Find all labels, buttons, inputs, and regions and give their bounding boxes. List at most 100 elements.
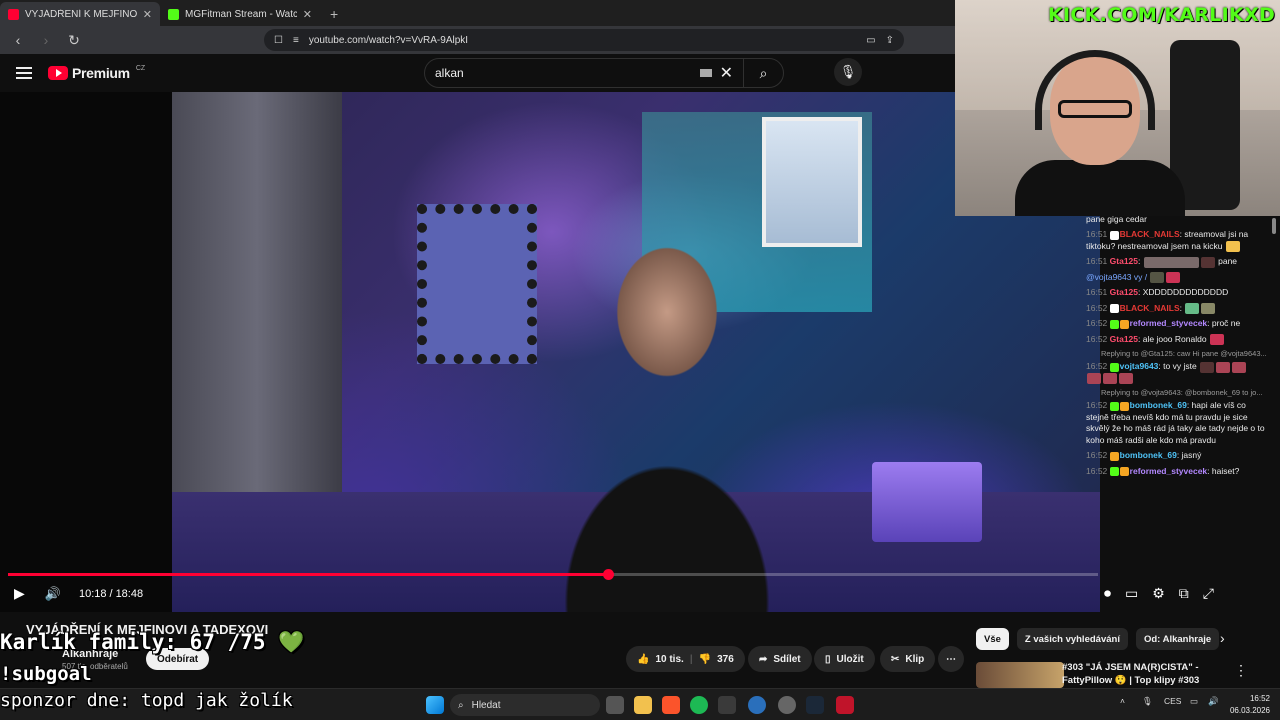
app-icon[interactable] xyxy=(748,696,766,714)
chip-all[interactable]: Vše xyxy=(976,628,1009,650)
chat-reply-context: Replying to @Gta125: caw Hi pane @vojta9… xyxy=(1101,349,1267,359)
system-clock[interactable]: 16:52 06.03.2026 xyxy=(1226,693,1270,716)
share-button[interactable]: ➦ Sdílet xyxy=(748,646,812,672)
url-text: youtube.com/watch?v=VvRA-9AlpkI xyxy=(308,34,469,46)
recommended-more-icon[interactable]: ⋮ xyxy=(1234,662,1248,679)
like-button[interactable]: 👍 10 tis. | 👎 376 xyxy=(626,646,745,672)
app-icon[interactable] xyxy=(718,696,736,714)
search-box[interactable]: alkan ✕ ⌕ xyxy=(424,58,784,88)
youtube-play-icon xyxy=(48,66,68,80)
chat-message: 16:51 Gta125: pane xyxy=(1086,256,1238,268)
cast-icon[interactable]: ▭ xyxy=(866,35,875,46)
chip-from-channel[interactable]: Od: Alkanhraje xyxy=(1135,628,1220,650)
share-arrow-icon: ➦ xyxy=(759,653,768,665)
subgoal-overlay: !subgoal xyxy=(0,663,92,685)
progress-fill xyxy=(8,573,608,576)
bookmark-icon: ▯ xyxy=(825,653,831,665)
like-count: 10 tis. xyxy=(655,653,684,665)
chip-from-searches[interactable]: Z vašich vyhledávání xyxy=(1016,628,1128,650)
chat-reply-context: Replying to @vojta9643: @bombonek_69 to … xyxy=(1101,388,1263,398)
player-controls-right: ⏺ ▭ ⚙ ⧉ ⤢ xyxy=(1104,585,1214,602)
kick-url-overlay: KICK.COM/KARLIKXD xyxy=(1048,4,1276,26)
chat-scrollbar[interactable] xyxy=(1272,218,1276,234)
chips-next-icon[interactable]: › xyxy=(1220,630,1225,646)
taskbar-search[interactable]: ⌕ Hledat xyxy=(450,694,600,716)
chat-panel: pane giga cedar 16:51 BLACK_NAILS: strea… xyxy=(1083,216,1280,536)
site-info-icon[interactable]: ≡ xyxy=(293,35,299,46)
tab-title: MGFitman Stream - Watch Live on K xyxy=(185,8,297,20)
bookmark-icon[interactable]: ☐ xyxy=(274,35,283,46)
language-indicator[interactable]: CES xyxy=(1164,696,1181,706)
reload-icon[interactable]: ↻ xyxy=(66,32,82,49)
steam-icon[interactable] xyxy=(806,696,824,714)
clear-search-icon[interactable]: ✕ xyxy=(720,63,733,83)
time-total: 18:48 xyxy=(115,587,144,600)
recommended-title[interactable]: #303 "JÁ JSEM NA(R)CISTA" - FattyPillow … xyxy=(1062,662,1232,688)
play-icon[interactable]: ▶ xyxy=(14,585,25,602)
search-button[interactable]: ⌕ xyxy=(743,59,783,87)
start-icon[interactable] xyxy=(426,696,444,714)
tab-kick[interactable]: MGFitman Stream - Watch Live on K ✕ xyxy=(160,2,320,26)
browser-tab-bar: VYJÁDŘENÍ K MEJFINOVI A TA ✕ MGFitman St… xyxy=(0,0,955,26)
dislike-count: 376 xyxy=(717,653,734,665)
chat-message: 16:52 BLACK_NAILS: xyxy=(1083,301,1280,316)
tab-youtube[interactable]: VYJÁDŘENÍ K MEJFINOVI A TA ✕ xyxy=(0,2,160,26)
tab-title: VYJÁDŘENÍ K MEJFINOVI A TA xyxy=(25,8,137,20)
chat-message: @vojta9643 vy / xyxy=(1083,270,1280,285)
back-icon[interactable]: ‹ xyxy=(10,32,26,48)
close-tab-icon[interactable]: ✕ xyxy=(303,8,312,21)
file-explorer-icon[interactable] xyxy=(634,696,652,714)
chat-message: 16:51 BLACK_NAILS: streamoval jsi na tik… xyxy=(1086,229,1249,253)
search-icon: ⌕ xyxy=(458,699,464,711)
youtube-logo[interactable]: Premium CZ xyxy=(48,65,145,81)
browser-toolbar: ‹ › ↻ ☐ ≡ youtube.com/watch?v=VvRA-9Alpk… xyxy=(0,26,955,54)
new-tab-button[interactable]: + xyxy=(320,2,348,26)
search-input[interactable]: alkan xyxy=(435,66,700,80)
brave-icon[interactable] xyxy=(662,696,680,714)
chat-message: 16:52 bombonek_69: hapi ale víš co stejn… xyxy=(1086,400,1265,445)
clip-button[interactable]: ✂ Klip xyxy=(880,646,936,672)
chat-message: pane giga cedar xyxy=(1086,216,1147,224)
progress-scrubber[interactable] xyxy=(602,569,614,580)
more-icon: ⋯ xyxy=(946,653,956,665)
chat-message: 16:52 Gta125: ale jooo Ronaldo xyxy=(1083,332,1280,347)
progress-bar[interactable] xyxy=(8,569,1098,580)
thumbs-down-icon[interactable]: 👎 xyxy=(699,654,711,665)
recommended-thumbnail[interactable] xyxy=(976,662,1064,688)
volume-icon[interactable]: 🔊 xyxy=(1208,696,1219,707)
address-bar[interactable]: ☐ ≡ youtube.com/watch?v=VvRA-9AlpkI ▭ ⇪ xyxy=(264,29,904,51)
youtube-header: Premium CZ alkan ✕ ⌕ 🎙 xyxy=(0,54,955,92)
share-icon[interactable]: ⇪ xyxy=(886,35,894,46)
sponsor-overlay: sponzor dne: topd jak žolík xyxy=(0,690,293,711)
forward-icon[interactable]: › xyxy=(38,32,54,48)
obs-icon[interactable] xyxy=(778,696,796,714)
kick-favicon-icon xyxy=(168,8,179,20)
autoplay-toggle-icon[interactable]: ⏺ xyxy=(1104,585,1111,602)
chat-message: 16:52 vojta9643: to vy jste xyxy=(1083,359,1280,386)
menu-icon[interactable] xyxy=(16,67,32,79)
chat-message: 16:52 reformed_styvecek: haiset? xyxy=(1086,465,1240,476)
settings-icon[interactable]: ⚙ xyxy=(1152,585,1165,602)
subtitles-icon[interactable]: ▭ xyxy=(1125,585,1138,602)
app-icon[interactable] xyxy=(836,696,854,714)
task-view-icon[interactable] xyxy=(606,696,624,714)
keyboard-icon[interactable] xyxy=(699,69,712,77)
youtube-favicon-icon xyxy=(8,8,19,20)
video-player[interactable]: ▶ 🔊 10:18 / 18:48 xyxy=(0,92,1100,612)
spotify-icon[interactable] xyxy=(690,696,708,714)
tray-arrow-icon[interactable]: ˄ xyxy=(1120,696,1125,706)
volume-icon[interactable]: 🔊 xyxy=(45,586,61,602)
microphone-icon[interactable]: 🎙 xyxy=(1142,696,1153,707)
close-tab-icon[interactable]: ✕ xyxy=(143,8,152,21)
webcam-overlay xyxy=(955,0,1280,216)
more-actions-button[interactable]: ⋯ xyxy=(938,646,964,672)
miniplayer-icon[interactable]: ⧉ xyxy=(1179,585,1189,602)
thumbs-up-icon: 👍 xyxy=(637,653,650,665)
voice-search-icon[interactable]: 🎙 xyxy=(834,58,862,86)
chat-message: 16:52 bombonek_69: jasný xyxy=(1086,450,1202,461)
fullscreen-icon[interactable]: ⤢ xyxy=(1203,585,1214,602)
player-controls-left: ▶ 🔊 10:18 / 18:48 xyxy=(14,585,144,602)
save-button[interactable]: ▯ Uložit xyxy=(814,646,875,672)
network-icon[interactable]: ▭ xyxy=(1190,696,1198,707)
recommendation-filter-chips: Vše Z vašich vyhledávání Od: Alkanhraje xyxy=(976,628,1220,650)
